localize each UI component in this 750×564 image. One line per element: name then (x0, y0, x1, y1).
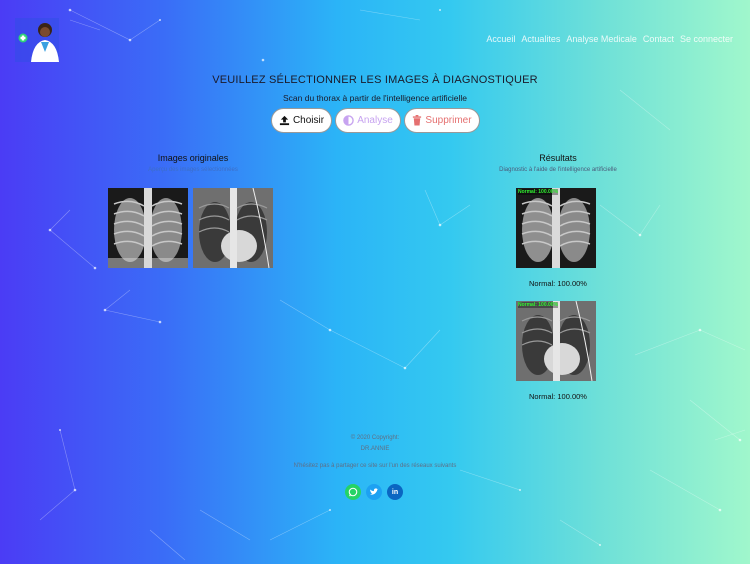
action-buttons: Choisir Analyse Supprimer (271, 108, 480, 133)
result-xray-1[interactable]: Normal: 100.00% (516, 188, 596, 268)
nav-analyse-medicale[interactable]: Analyse Medicale (566, 34, 637, 44)
contrast-icon (343, 115, 354, 126)
results-heading: Résultats (539, 153, 577, 163)
analyse-button[interactable]: Analyse (335, 108, 401, 133)
page-subtitle: Scan du thorax à partir de l'intelligenc… (283, 93, 467, 103)
results-subheading: Diagnostic à l'aide de l'intelligence ar… (499, 167, 617, 173)
twitter-icon[interactable] (366, 484, 382, 500)
choose-button[interactable]: Choisir (271, 108, 332, 133)
originals-subheading: Aperçu des images sélectionnées (148, 167, 238, 173)
whatsapp-icon[interactable] (345, 484, 361, 500)
original-xray-1[interactable] (108, 188, 188, 268)
trash-icon (413, 115, 422, 126)
page-title: VEUILLEZ SÉLECTIONNER LES IMAGES À DIAGN… (212, 74, 538, 86)
delete-button-label: Supprimer (425, 115, 472, 126)
footer-author[interactable]: DR.ANNIE (0, 446, 750, 452)
doctor-logo[interactable] (15, 18, 59, 62)
top-nav: Accueil Actualites Analyse Medicale Cont… (486, 34, 733, 44)
nav-contact[interactable]: Contact (643, 34, 674, 44)
linkedin-icon[interactable]: in (387, 484, 403, 500)
nav-actualites[interactable]: Actualites (521, 34, 560, 44)
social-links: in (345, 484, 403, 500)
delete-button[interactable]: Supprimer (404, 108, 480, 133)
nav-se-connecter[interactable]: Se connecter (680, 34, 733, 44)
result-tag-1: Normal: 100.00% (518, 189, 559, 195)
footer-share-text: N'hésitez pas à partager ce site sur l'u… (293, 463, 457, 469)
result-label-1: Normal: 100.00% (529, 279, 587, 288)
upload-icon (279, 115, 290, 126)
footer-copyright: © 2020 Copyright: (350, 435, 400, 441)
original-xray-2[interactable] (193, 188, 273, 268)
choose-button-label: Choisir (292, 115, 325, 126)
nav-accueil[interactable]: Accueil (486, 34, 515, 44)
result-label-2: Normal: 100.00% (529, 392, 587, 401)
analyse-button-label: Analyse (357, 115, 393, 126)
result-tag-2: Normal: 100.00% (518, 302, 559, 308)
result-xray-2[interactable]: Normal: 100.00% (516, 301, 596, 381)
originals-heading: Images originales (157, 153, 229, 163)
